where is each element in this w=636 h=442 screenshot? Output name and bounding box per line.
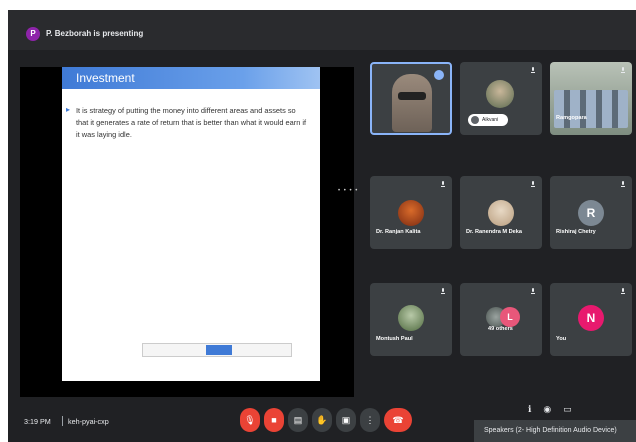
presenting-bar: P P. Bezborah is presenting: [8, 10, 636, 50]
slide: Investment ▸ It is strategy of putting t…: [62, 67, 320, 381]
mic-muted-icon: [620, 288, 626, 296]
mic-off-icon: 🎙: [244, 415, 256, 425]
people-icon[interactable]: ◉: [543, 404, 563, 414]
participant-tile[interactable]: Ramgopara: [550, 62, 632, 135]
participant-name: Aikvani: [482, 117, 499, 123]
speakers-tooltip: Speakers (2- High Definition Audio Devic…: [474, 420, 636, 442]
slide-footer-button: [206, 345, 232, 355]
speaker-glasses-icon: [398, 92, 426, 100]
meeting-time: 3:19 PM: [24, 417, 51, 426]
mic-muted-icon: [530, 67, 536, 75]
info-icon[interactable]: ℹ: [528, 404, 543, 414]
participant-avatar: L: [500, 307, 520, 327]
participant-tile[interactable]: L 49 others: [460, 283, 542, 356]
mic-muted-icon: [620, 181, 626, 189]
participant-photo: [486, 80, 514, 108]
end-call-button[interactable]: ☎: [384, 408, 412, 432]
presentation-stage[interactable]: Investment ▸ It is strategy of putting t…: [20, 67, 354, 397]
participant-name: Dr. Ranjan Kalita: [376, 229, 421, 235]
stage-dots: • • • •: [338, 188, 359, 194]
present-icon: ▣: [341, 415, 351, 425]
meet-window: P P. Bezborah is presenting Investment ▸…: [8, 10, 636, 442]
present-button[interactable]: ▣: [336, 408, 356, 432]
raise-hand-button[interactable]: ✋: [312, 408, 332, 432]
participant-name: Montush Paul: [376, 336, 413, 342]
participant-name: Rishiraj Chetry: [556, 229, 596, 235]
room-video: [554, 90, 628, 128]
others-label: 49 others: [488, 326, 513, 332]
mic-off-button[interactable]: 🎙: [240, 408, 260, 432]
more-options-button[interactable]: ⋮: [360, 408, 380, 432]
participant-tile[interactable]: N You: [550, 283, 632, 356]
participant-name: Ramgopara: [556, 115, 587, 121]
participant-tile[interactable]: [370, 62, 452, 135]
chat-icon[interactable]: ▭: [563, 404, 584, 414]
mic-muted-icon: [530, 181, 536, 189]
side-panel-icons[interactable]: ℹ◉▭: [528, 404, 584, 415]
more-options-icon: ⋮: [365, 415, 375, 425]
mic-muted-icon: [530, 288, 536, 296]
divider: [62, 416, 63, 426]
presenting-label: P. Bezborah is presenting: [46, 29, 144, 38]
mic-muted-icon: [440, 288, 446, 296]
name-chip: Aikvani: [468, 114, 508, 126]
participant-photo: [398, 200, 424, 226]
captions-button[interactable]: ▤: [288, 408, 308, 432]
participant-tile[interactable]: Aikvani: [460, 62, 542, 135]
bullet-icon: ▸: [66, 105, 71, 114]
participant-tile[interactable]: Dr. Ranjan Kalita: [370, 176, 452, 249]
captions-icon: ▤: [293, 415, 303, 425]
participant-name: Dr. Ranendra M Deka: [466, 229, 522, 235]
mic-muted-icon: [440, 181, 446, 189]
slide-header: Investment: [62, 67, 320, 89]
raise-hand-icon: ✋: [316, 415, 328, 425]
meeting-code: keh-pyai-cxp: [68, 417, 109, 426]
mic-muted-icon: [620, 67, 626, 75]
participant-photo: [398, 305, 424, 331]
participant-photo: [488, 200, 514, 226]
participant-avatar: R: [578, 200, 604, 226]
participant-tile[interactable]: Dr. Ranendra M Deka: [460, 176, 542, 249]
participant-tile[interactable]: R Rishiraj Chetry: [550, 176, 632, 249]
camera-off-icon: ■: [271, 415, 277, 425]
speaker-video: [392, 74, 432, 132]
more-options-icon[interactable]: [434, 70, 444, 80]
slide-bullet-text: It is strategy of putting the money into…: [76, 106, 307, 139]
presenter-avatar: P: [26, 27, 40, 41]
participant-tile[interactable]: Montush Paul: [370, 283, 452, 356]
camera-off-button[interactable]: ■: [264, 408, 284, 432]
slide-title: Investment: [76, 71, 135, 85]
user-icon: [471, 116, 479, 124]
end-call-icon: ☎: [392, 415, 404, 425]
participant-name: You: [556, 336, 567, 342]
participant-avatar: N: [578, 305, 604, 331]
